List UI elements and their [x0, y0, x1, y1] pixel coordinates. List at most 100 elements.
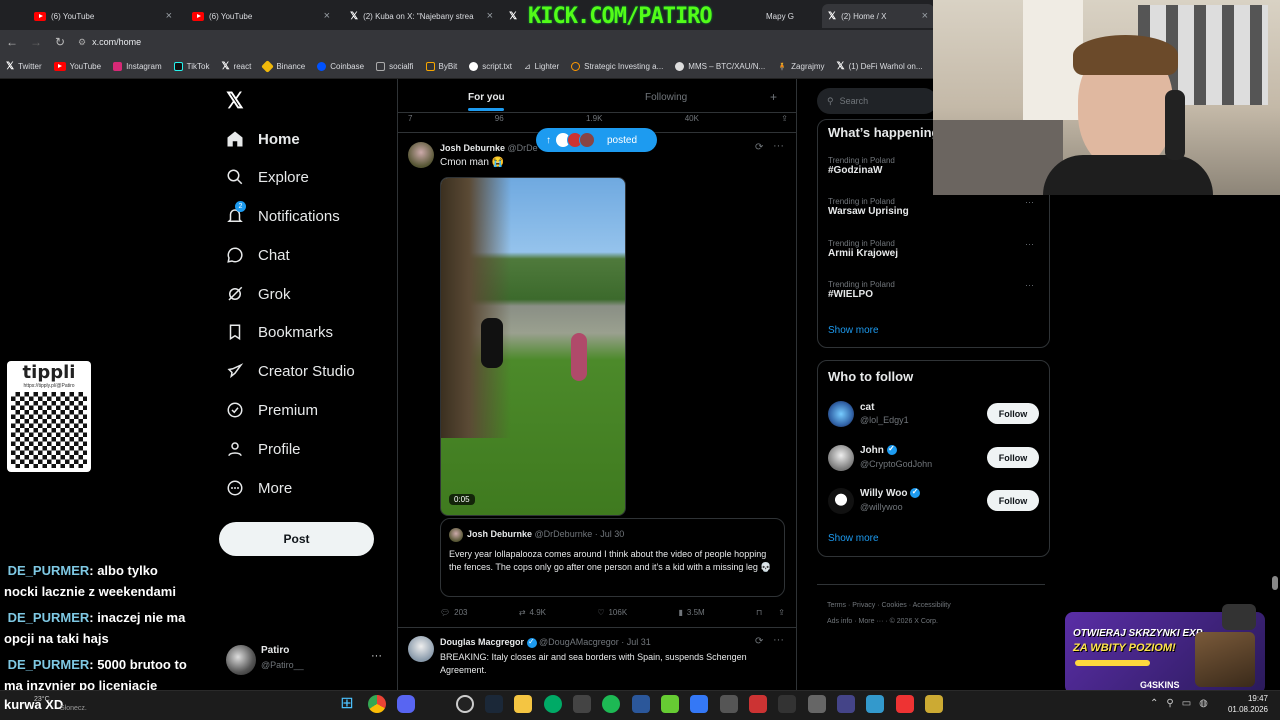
trend-item[interactable]: Trending in Poland Armii Krajowej	[828, 239, 898, 259]
bookmark-react[interactable]: 𝕏react	[221, 61, 251, 72]
folder-icon[interactable]	[514, 695, 532, 713]
app-icon[interactable]	[632, 695, 650, 713]
add-tab-icon[interactable]: +	[770, 90, 777, 104]
nav-chat[interactable]: Chat	[226, 236, 290, 274]
close-icon[interactable]: ×	[166, 10, 172, 22]
bookmark-button[interactable]: ⊓ ⇪	[756, 606, 785, 618]
video-player[interactable]: 0:05	[440, 177, 626, 516]
tab-maps-partial[interactable]: Mapy G	[760, 4, 820, 28]
bookmark-tiktok[interactable]: TikTok	[173, 61, 209, 71]
reply-count[interactable]: 7	[408, 114, 412, 124]
share-icon[interactable]: ⇪	[781, 114, 788, 124]
follow-button[interactable]: Follow	[987, 447, 1039, 468]
app-icon[interactable]	[690, 695, 708, 713]
author-name[interactable]: Josh Deburnke	[440, 143, 505, 153]
more-options-icon[interactable]: ···	[1025, 280, 1034, 290]
clock-time[interactable]: 19:47	[1226, 694, 1268, 703]
clock-date[interactable]: 01.08.2026	[1226, 705, 1268, 714]
chrome-icon[interactable]	[368, 695, 386, 713]
bookmark-coinbase[interactable]: Coinbase	[317, 61, 364, 71]
nav-more[interactable]: More	[226, 469, 292, 507]
app-icon[interactable]	[661, 695, 679, 713]
tab-home-x[interactable]: 𝕏 (2) Home / X ×	[822, 4, 934, 28]
avatar[interactable]	[408, 636, 434, 662]
author-name[interactable]: Douglas Macgregor	[440, 637, 524, 647]
views-button[interactable]: ▮ 3.5M	[678, 606, 704, 618]
nav-grok[interactable]: Grok	[226, 275, 291, 313]
app-icon[interactable]	[573, 695, 591, 713]
avatar[interactable]	[828, 401, 854, 427]
follow-button[interactable]: Follow	[987, 490, 1039, 511]
close-icon[interactable]: ×	[324, 10, 330, 22]
app-icon[interactable]	[896, 695, 914, 713]
nav-notifications[interactable]: 2 Notifications	[226, 197, 340, 235]
app-icon[interactable]	[837, 695, 855, 713]
search-input[interactable]: ⚲ Search	[817, 88, 937, 114]
bookmark-lighter[interactable]: ⊿ Lighter	[524, 62, 559, 71]
bookmark-bybit[interactable]: ByBit	[425, 61, 457, 71]
more-options-icon[interactable]: ···	[1025, 197, 1034, 207]
app-icon[interactable]	[866, 695, 884, 713]
back-icon[interactable]: ←	[0, 35, 24, 49]
account-menu-icon[interactable]: ···	[371, 650, 382, 662]
repost-count[interactable]: 96	[495, 114, 504, 124]
reload-icon[interactable]: ↻	[48, 35, 72, 49]
bookmark-script[interactable]: script.txt	[469, 61, 512, 71]
bookmark-mms[interactable]: MMS – BTC/XAU/N...	[675, 61, 765, 71]
nav-premium[interactable]: Premium	[226, 391, 318, 429]
author-handle[interactable]: @DrDe	[508, 143, 538, 153]
trend-item[interactable]: Trending in Poland #GodzinaW	[828, 156, 895, 176]
more-options-icon[interactable]: ···	[773, 634, 784, 646]
tab-x-partial[interactable]: 𝕏	[503, 4, 523, 28]
forward-icon[interactable]: →	[24, 35, 48, 49]
avatar[interactable]	[828, 488, 854, 514]
windows-start-icon[interactable]: ⊞	[338, 695, 356, 713]
app-icon[interactable]	[456, 695, 474, 713]
bookmark-defi[interactable]: 𝕏 (1) DeFi Warhol on...	[837, 61, 923, 72]
follow-name[interactable]: John	[860, 444, 897, 456]
discord-icon[interactable]	[397, 695, 415, 713]
tab-for-you[interactable]: For you	[468, 92, 505, 103]
trend-item[interactable]: Trending in Poland Warsaw Uprising	[828, 197, 909, 217]
who-show-more[interactable]: Show more	[828, 533, 879, 544]
app-icon[interactable]	[720, 695, 738, 713]
app-icon[interactable]	[749, 695, 767, 713]
reply-button[interactable]: 💬︎ 203	[440, 606, 468, 618]
tab-youtube-2[interactable]: (6) YouTube ×	[186, 4, 336, 28]
site-info-icon[interactable]: ⚙	[78, 37, 86, 48]
app-icon[interactable]	[925, 695, 943, 713]
close-icon[interactable]: ×	[487, 10, 493, 22]
url-field[interactable]: x.com/home	[92, 37, 141, 47]
spotify-icon[interactable]	[602, 695, 620, 713]
scrollbar-thumb[interactable]	[1272, 576, 1278, 590]
nav-explore[interactable]: Explore	[226, 158, 309, 196]
bookmark-binance[interactable]: Binance	[261, 59, 305, 73]
new-posts-pill[interactable]: ↑ posted	[536, 128, 657, 152]
edge-icon[interactable]	[544, 695, 562, 713]
like-count[interactable]: 1.9K	[586, 114, 602, 124]
tab-following[interactable]: Following	[645, 92, 687, 103]
trends-show-more[interactable]: Show more	[828, 325, 879, 336]
nav-bookmarks[interactable]: Bookmarks	[226, 313, 333, 351]
grok-icon[interactable]: ⟳	[755, 142, 763, 153]
more-options-icon[interactable]: ···	[1025, 239, 1034, 249]
weather-temp[interactable]: 23°C	[34, 696, 50, 703]
tab-youtube-1[interactable]: (6) YouTube ×	[28, 4, 178, 28]
follow-button[interactable]: Follow	[987, 403, 1039, 424]
avatar[interactable]	[226, 645, 256, 675]
more-options-icon[interactable]: ···	[773, 140, 784, 152]
view-count[interactable]: 40K	[685, 114, 699, 124]
close-icon[interactable]: ×	[922, 10, 928, 22]
x-logo-icon[interactable]: 𝕏	[226, 88, 244, 114]
repost-button[interactable]: ⇄ 4.9K	[519, 606, 546, 618]
avatar[interactable]	[828, 445, 854, 471]
bookmark-zagrajmy[interactable]: 🧍 Zagrajmy	[777, 62, 824, 71]
nav-creator-studio[interactable]: Creator Studio	[226, 352, 355, 390]
grok-icon[interactable]: ⟳	[755, 636, 763, 647]
follow-name[interactable]: Willy Woo	[860, 487, 921, 499]
bookmark-twitter[interactable]: 𝕏 Twitter	[6, 61, 42, 72]
nav-profile[interactable]: Profile	[226, 430, 301, 468]
like-button[interactable]: ♡ 106K	[597, 606, 627, 618]
bookmark-youtube[interactable]: YouTube	[53, 61, 101, 71]
avatar[interactable]	[408, 142, 434, 168]
